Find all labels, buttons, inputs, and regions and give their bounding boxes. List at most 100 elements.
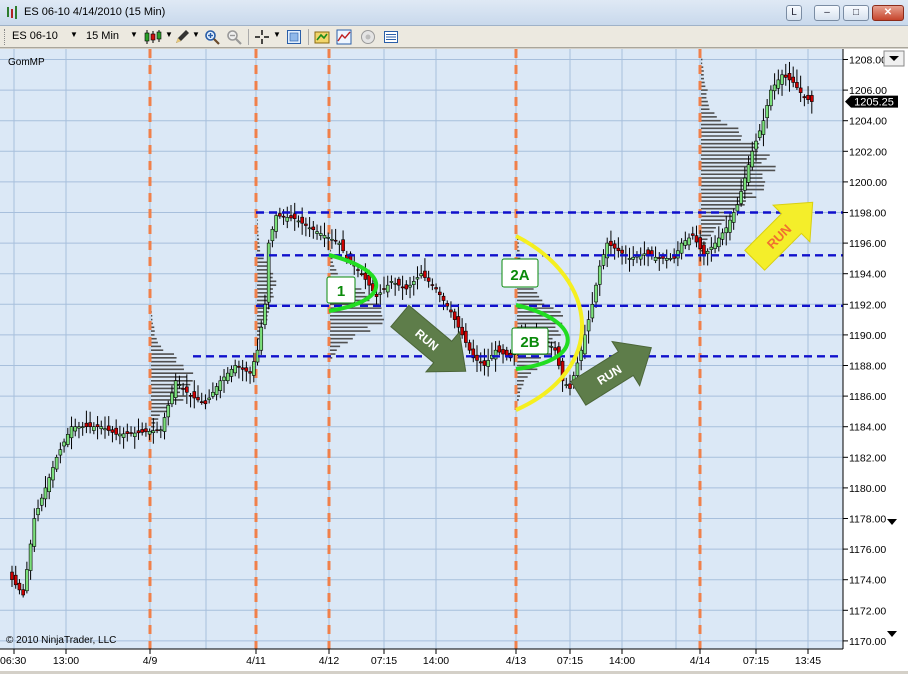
price-tick-label: 1208.00	[849, 55, 887, 67]
minimize-button[interactable]: –	[814, 5, 840, 21]
candle-body	[627, 258, 632, 260]
zoom-in-icon[interactable]	[204, 29, 220, 45]
candle-body	[285, 217, 290, 222]
candle-body	[356, 269, 360, 271]
candle-body	[482, 360, 487, 366]
candle-body	[783, 74, 788, 78]
candle-body	[657, 257, 662, 259]
annotation-label-2b: 2B	[520, 334, 539, 351]
instrument-dropdown-icon[interactable]: ▼	[70, 30, 78, 39]
indicators-icon[interactable]	[336, 29, 352, 45]
candle-body	[467, 342, 472, 351]
candle-body	[382, 288, 386, 290]
price-tick-label: 1186.00	[849, 391, 886, 403]
candle-body	[404, 284, 409, 290]
candle-body	[724, 227, 729, 234]
candle-body	[199, 401, 204, 403]
candle-body	[166, 404, 171, 418]
candle-body	[21, 589, 25, 596]
candle-body	[464, 330, 468, 343]
candle-body	[13, 574, 18, 586]
window-title-bar[interactable]: ES 06-10 4/14/2010 (15 Min) L – □ ✕	[0, 0, 908, 26]
candle-body	[612, 243, 617, 249]
candle-body	[664, 258, 669, 261]
candle-body	[642, 253, 647, 256]
price-tick-label: 1206.00	[849, 85, 887, 97]
candle-body	[188, 395, 193, 397]
candle-body	[564, 384, 569, 386]
candle-body	[211, 391, 215, 397]
candle-body	[129, 432, 133, 434]
toolbar-grip[interactable]	[4, 29, 8, 45]
candle-body	[77, 426, 81, 429]
candle-body	[121, 433, 126, 438]
drawing-tool-pencil-icon[interactable]	[174, 29, 190, 45]
interval-dropdown-icon[interactable]: ▼	[130, 30, 138, 39]
candle-body	[705, 250, 710, 255]
candle-body	[601, 254, 606, 266]
chart-style-dropdown-icon[interactable]: ▼	[165, 30, 173, 39]
candle-body	[772, 84, 777, 92]
candle-body	[114, 427, 118, 435]
price-tick-label: 1190.00	[849, 330, 886, 342]
candle-body	[292, 213, 297, 219]
candle-body	[181, 388, 185, 390]
candle-body	[631, 256, 636, 260]
time-tick-label: 4/12	[319, 655, 340, 667]
candle-body	[594, 284, 598, 303]
candle-body	[304, 223, 308, 226]
candle-body	[716, 237, 721, 248]
candle-body	[731, 212, 736, 223]
candle-body	[586, 319, 591, 332]
interval-selector[interactable]: 15 Min	[86, 30, 119, 42]
candle-body	[746, 164, 751, 183]
candle-body	[776, 79, 781, 89]
properties-icon[interactable]	[314, 29, 330, 45]
time-axis[interactable]	[0, 649, 843, 671]
candle-body	[84, 422, 89, 427]
candle-body	[225, 372, 230, 382]
chart-style-icon[interactable]	[144, 29, 164, 45]
candle-body	[47, 477, 52, 493]
candle-body	[289, 215, 293, 219]
data-box-icon[interactable]	[286, 29, 302, 45]
chart-area[interactable]: 1 2A 2B RUN RUN RUN 1208.00 1206.00 1204…	[0, 49, 908, 671]
candle-body	[266, 242, 271, 303]
candle-body	[207, 397, 211, 400]
crosshair-icon[interactable]	[254, 29, 270, 45]
price-tick-label: 1196.00	[849, 238, 886, 250]
candle-body	[244, 367, 249, 372]
chart-trader-icon[interactable]	[383, 29, 399, 45]
time-tick-label: 07:15	[371, 655, 397, 667]
instrument-selector[interactable]: ES 06-10	[12, 30, 58, 42]
strategy-icon[interactable]	[360, 29, 376, 45]
candle-body	[233, 365, 237, 374]
candle-body	[397, 278, 401, 286]
candle-body	[568, 383, 572, 389]
candle-body	[769, 89, 773, 107]
candle-body	[296, 220, 301, 223]
zoom-out-icon[interactable]	[226, 29, 242, 45]
candle-body	[757, 130, 762, 138]
price-tick-label: 1184.00	[849, 422, 886, 434]
candle-body	[739, 191, 743, 204]
crosshair-dropdown-icon[interactable]: ▼	[273, 30, 281, 39]
close-button[interactable]: ✕	[872, 5, 904, 21]
candle-body	[750, 151, 755, 168]
candle-body	[132, 432, 137, 437]
drawing-tool-dropdown-icon[interactable]: ▼	[192, 30, 200, 39]
price-chart[interactable]: 1 2A 2B RUN RUN RUN 1208.001206.001204.0…	[0, 49, 908, 671]
chart-toolbar: ES 06-10 ▼ 15 Min ▼ ▼ ▼ ▼	[0, 26, 908, 48]
price-tick-label: 1172.00	[849, 605, 886, 617]
candle-body	[214, 386, 219, 395]
candle-body	[389, 281, 394, 283]
candle-body	[791, 76, 796, 83]
candle-body	[39, 497, 44, 506]
candle-body	[709, 246, 714, 250]
link-button[interactable]: L	[786, 5, 802, 21]
candle-body	[687, 237, 691, 246]
maximize-button[interactable]: □	[843, 5, 869, 21]
time-tick-label: 13:45	[795, 655, 821, 667]
candle-body	[341, 239, 345, 252]
time-tick-label: 14:00	[609, 655, 635, 667]
